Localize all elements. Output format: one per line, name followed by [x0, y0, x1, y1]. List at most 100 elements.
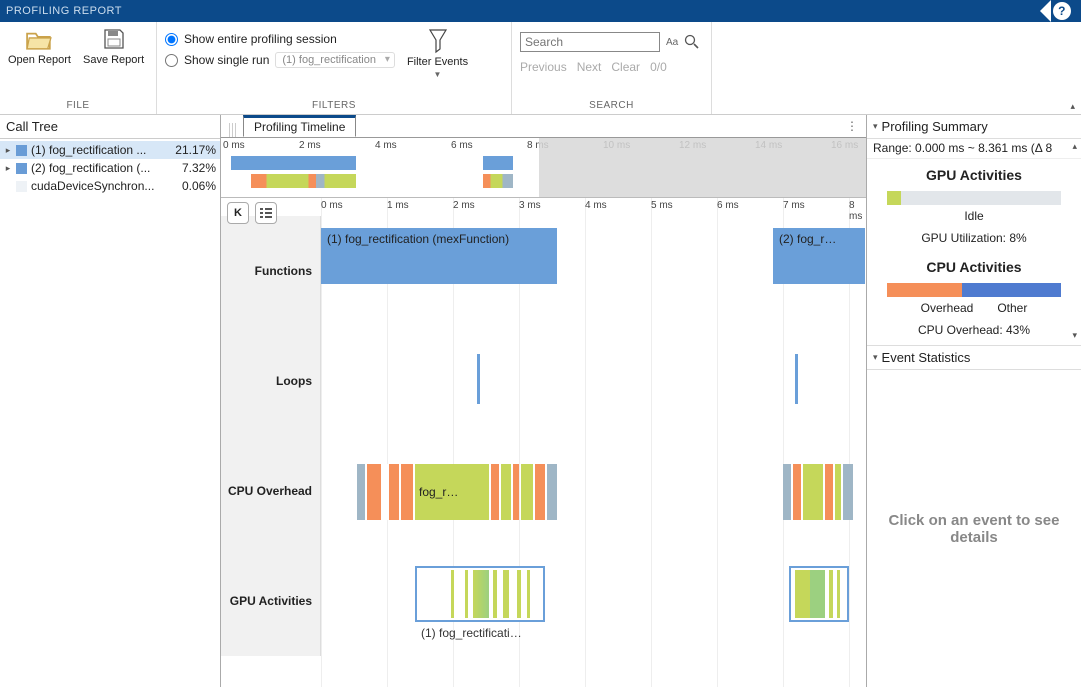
keyboard-shortcuts-button[interactable]: K — [227, 202, 249, 224]
gpu-segment — [517, 570, 521, 618]
list-icon — [260, 207, 272, 219]
track-functions: Functions (1) fog_rectification (mexFunc… — [221, 216, 866, 326]
overhead-segment: fog_r… — [415, 464, 489, 520]
gpu-event-group[interactable] — [415, 566, 545, 622]
track-header: Loops — [221, 326, 321, 436]
expand-up-icon[interactable]: ▴ — [1072, 141, 1077, 152]
track-lane[interactable]: fog_r… — [321, 436, 866, 546]
tick-label: 4 ms — [375, 140, 397, 151]
search-previous-button[interactable]: Previous — [520, 60, 567, 74]
radio-entire-label: Show entire profiling session — [184, 32, 337, 46]
gpu-segment — [473, 570, 489, 618]
event-statistics-body: Click on an event to see details — [867, 370, 1081, 687]
overview-segment — [251, 174, 356, 188]
legend-button[interactable] — [255, 202, 277, 224]
tick-label: 0 ms — [321, 200, 343, 211]
event-label: fog_r… — [419, 485, 458, 499]
track-lane[interactable]: (1) fog_rectificati… — [321, 546, 866, 656]
search-icon[interactable] — [684, 34, 700, 50]
search-clear-button[interactable]: Clear — [611, 60, 640, 74]
search-next-button[interactable]: Next — [577, 60, 602, 74]
call-tree-row[interactable]: ▸ (1) fog_rectification ... 21.17% — [0, 141, 220, 159]
overhead-segment — [835, 464, 841, 520]
radio-entire[interactable] — [165, 33, 178, 46]
cpu-overhead-group[interactable]: fog_r… — [357, 464, 557, 520]
timeline-overview[interactable]: 0 ms 2 ms 4 ms 6 ms 8 ms 10 ms 12 ms 14 … — [221, 138, 866, 198]
cpu-overhead-group[interactable] — [783, 464, 853, 520]
event-label: (1) fog_rectification (mexFunction) — [327, 232, 509, 246]
event-statistics-header[interactable]: ▾ Event Statistics — [867, 346, 1081, 370]
folder-open-icon — [26, 28, 52, 50]
color-swatch — [16, 181, 27, 192]
save-report-button[interactable]: Save Report — [83, 28, 144, 66]
filter-events-label: Filter Events — [407, 56, 468, 68]
ribbon-group-search: Aa Previous Next Clear 0/0 SEARCH — [512, 22, 712, 114]
match-case-toggle[interactable]: Aa — [666, 37, 678, 48]
show-entire-session-radio[interactable]: Show entire profiling session — [165, 32, 395, 46]
tick-label: 0 ms — [223, 140, 245, 151]
open-report-button[interactable]: Open Report — [8, 28, 71, 66]
function-event[interactable]: (2) fog_r… — [773, 228, 865, 284]
timeline-detail[interactable]: K 0 ms 1 ms 2 ms 3 ms 4 m — [221, 198, 866, 687]
overhead-segment — [491, 464, 499, 520]
cpu-summary-title: CPU Activities — [877, 259, 1071, 275]
help-icon[interactable]: ? — [1053, 2, 1071, 20]
search-input[interactable] — [520, 32, 660, 52]
cpu-overhead-text: CPU Overhead: 43% — [877, 323, 1071, 337]
overview-segment — [483, 156, 513, 170]
track-lane[interactable]: (1) fog_rectification (mexFunction) (2) … — [321, 216, 866, 326]
track-header: GPU Activities — [221, 546, 321, 656]
call-tree-list: ▸ (1) fog_rectification ... 21.17% ▸ (2)… — [0, 139, 220, 197]
call-tree-row[interactable]: ▸ (2) fog_rectification (... 7.32% — [0, 159, 220, 177]
overhead-segment — [521, 464, 533, 520]
ribbon-group-filters-label: FILTERS — [157, 98, 511, 114]
overview-unselected-region — [539, 138, 866, 197]
loop-event[interactable] — [795, 354, 798, 404]
call-tree-row[interactable]: cudaDeviceSynchron... 0.06% — [0, 177, 220, 195]
filter-events-button[interactable]: Filter Events ▼ — [407, 28, 468, 79]
event-statistics-hint: Click on an event to see details — [883, 512, 1065, 546]
main-area: Call Tree ▸ (1) fog_rectification ... 21… — [0, 115, 1081, 687]
collapse-ribbon-icon[interactable]: ▴ — [1070, 101, 1075, 112]
tab-grip-icon[interactable] — [229, 123, 237, 137]
timeline-ticks: 0 ms 1 ms 2 ms 3 ms 4 ms 5 ms 6 ms 7 ms … — [321, 198, 866, 214]
track-lane[interactable] — [321, 326, 866, 436]
save-report-label: Save Report — [83, 54, 144, 66]
call-tree-pane: Call Tree ▸ (1) fog_rectification ... 21… — [0, 115, 221, 687]
profiling-summary-header[interactable]: ▾ Profiling Summary — [867, 115, 1081, 139]
overhead-segment — [535, 464, 545, 520]
call-tree-title: Call Tree — [0, 115, 220, 139]
tab-overflow-icon[interactable]: ⋮ — [846, 119, 858, 133]
overview-segment — [231, 156, 356, 170]
function-event[interactable]: (1) fog_rectification (mexFunction) — [321, 228, 557, 284]
single-run-select[interactable]: (1) fog_rectification — [275, 52, 395, 68]
range-text: Range: 0.000 ms ~ 8.361 ms (Δ 8 — [873, 141, 1052, 155]
gpu-event-group[interactable] — [789, 566, 849, 622]
track-gpu-activities: GPU Activities (1) fog_rectificati… — [221, 546, 866, 656]
loop-event[interactable] — [477, 354, 480, 404]
filter-mode-column: Show entire profiling session Show singl… — [165, 28, 395, 68]
radio-single[interactable] — [165, 54, 178, 67]
gpu-utilization-text: GPU Utilization: 8% — [877, 231, 1071, 245]
tab-profiling-timeline[interactable]: Profiling Timeline — [243, 115, 356, 137]
overhead-segment — [783, 464, 791, 520]
gpu-idle-label: Idle — [964, 209, 983, 223]
show-single-run-radio[interactable]: Show single run (1) fog_rectification — [165, 52, 395, 68]
timeline-toolbar: K — [227, 202, 277, 224]
expand-down-icon[interactable]: ▾ — [1072, 330, 1077, 341]
tick-label: 4 ms — [585, 200, 607, 211]
expand-icon[interactable]: ▸ — [4, 145, 12, 156]
expand-icon[interactable]: ▸ — [4, 163, 12, 174]
overhead-segment — [803, 464, 823, 520]
gpu-summary-title: GPU Activities — [877, 167, 1071, 183]
gpu-segment — [795, 570, 825, 618]
collapse-icon: ▾ — [873, 121, 878, 132]
titlebar-notch — [1040, 0, 1051, 22]
call-tree-row-name: cudaDeviceSynchron... — [31, 179, 164, 193]
track-loops: Loops — [221, 326, 866, 436]
tick-label: 3 ms — [519, 200, 541, 211]
summary-pane: ▾ Profiling Summary Range: 0.000 ms ~ 8.… — [866, 115, 1081, 687]
tick-label: 2 ms — [453, 200, 475, 211]
gpu-segment — [451, 570, 454, 618]
color-swatch — [16, 145, 27, 156]
